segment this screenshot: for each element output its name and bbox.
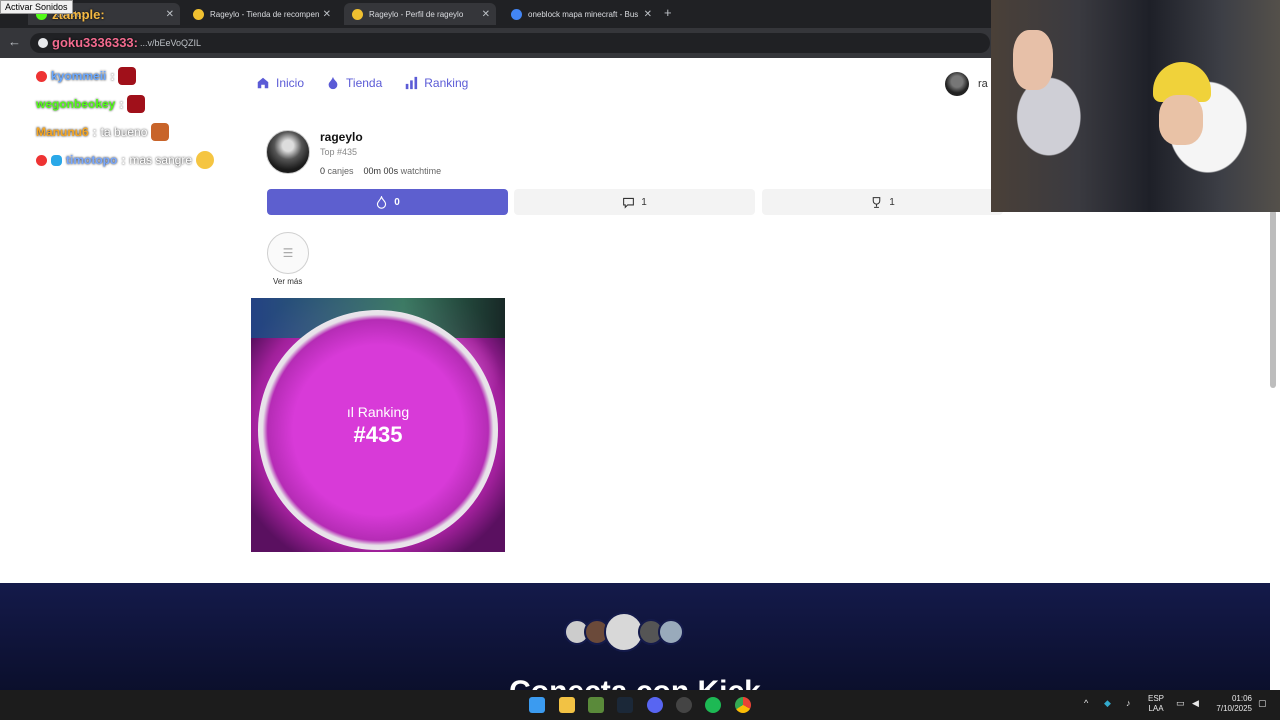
chat-line: timotopo: mas sangre <box>36 146 215 174</box>
card-rank-label: ıl Ranking <box>346 404 410 420</box>
chat-line: kyommeii: <box>36 62 214 90</box>
chat-line: wegonbeokey: <box>36 90 214 118</box>
close-tab-icon[interactable]: ✕ <box>482 9 490 20</box>
notifications-icon[interactable]: ▢ <box>1258 698 1267 709</box>
list-icon: ☰ <box>282 246 294 260</box>
rageylo-favicon-icon <box>193 8 204 20</box>
microphone-icon[interactable]: ♪ <box>1126 698 1131 708</box>
system-clock[interactable]: 01:06 7/10/2025 <box>1212 694 1252 714</box>
back-arrow-icon[interactable]: ← <box>8 34 21 49</box>
browser-tab-2[interactable]: Rageylo - Tienda de recompen ✕ <box>185 3 337 25</box>
google-favicon-icon <box>511 8 522 20</box>
ver-mas-label: Ver más <box>273 277 303 286</box>
profile-stats: 0 canjes 00m 00s watchtime <box>320 166 441 176</box>
spotify-icon[interactable] <box>705 697 721 713</box>
avatar <box>658 619 684 645</box>
tab-trophies[interactable]: 1 <box>762 189 1003 215</box>
emote-icon <box>196 151 215 169</box>
nav-inicio[interactable]: Inicio <box>256 76 304 90</box>
windows-taskbar: ^ ◆ ♪ ESP LAA ▭ ◀ 01:06 7/10/2025 ▢ <box>0 690 1280 720</box>
webcam-person-left <box>1013 30 1053 90</box>
discord-icon[interactable] <box>647 697 663 713</box>
badge-icon <box>51 154 62 166</box>
webcam-person-face <box>1159 95 1203 145</box>
close-tab-icon[interactable]: ✕ <box>644 9 652 20</box>
sound-tooltip: Activar Sonidos <box>0 0 73 14</box>
home-icon <box>257 77 269 89</box>
rageylo-favicon-icon <box>352 8 363 20</box>
badge-icon <box>36 154 47 166</box>
trophy-icon <box>872 196 881 208</box>
obs-icon[interactable] <box>676 697 692 713</box>
flame-icon <box>328 76 338 90</box>
user-avatar[interactable] <box>945 72 969 96</box>
emote-icon <box>151 123 170 141</box>
tray-chevron-icon[interactable]: ^ <box>1084 698 1088 708</box>
browser-tab-3[interactable]: Rageylo - Perfil de rageylo ✕ <box>344 3 496 25</box>
profile-name: rageylo <box>320 130 363 144</box>
canjes-stat: 0 canjes <box>320 166 354 176</box>
site-info-icon[interactable] <box>38 38 48 48</box>
browser-tab-4[interactable]: oneblock mapa minecraft - Bus ✕ <box>503 3 658 25</box>
url-text: ...v/bEeVoQZIL <box>140 38 202 48</box>
emote-icon <box>118 67 137 85</box>
steam-icon[interactable] <box>617 697 633 713</box>
profile-avatar <box>266 130 310 174</box>
language-indicator[interactable]: ESP LAA <box>1148 694 1164 714</box>
flame-icon <box>377 195 387 209</box>
watchtime-stat: 00m 00s watchtime <box>363 166 442 176</box>
chat-overlay-user: goku3336333: <box>52 35 138 50</box>
tab-canjes[interactable]: 0 <box>267 189 508 215</box>
card-rank-value: #435 <box>353 422 403 447</box>
footer-avatars <box>564 612 684 652</box>
page-scrollbar[interactable] <box>1270 210 1276 388</box>
file-explorer-icon[interactable] <box>559 697 575 713</box>
webcam-overlay <box>991 0 1280 212</box>
main-nav: Inicio Tienda Ranking <box>256 76 468 90</box>
network-icon[interactable]: ▭ <box>1176 698 1185 709</box>
footer-kick: Conecta con Kick <box>0 583 1270 691</box>
chrome-icon[interactable] <box>735 697 751 713</box>
tab-messages[interactable]: 1 <box>514 189 755 215</box>
close-tab-icon[interactable]: ✕ <box>323 9 331 20</box>
volume-icon[interactable]: ◀ <box>1192 698 1199 709</box>
nav-tienda[interactable]: Tienda <box>326 76 382 90</box>
ver-mas-button[interactable]: ☰ <box>267 232 309 274</box>
tray-app-icon[interactable]: ◆ <box>1104 698 1111 709</box>
url-field[interactable]: ...v/bEeVoQZIL <box>30 33 990 53</box>
stream-chat-overlay: kyommeii: wegonbeokey: Manunu6: ta bueno… <box>36 62 215 174</box>
footer-title: Conecta con Kick <box>0 675 1270 691</box>
user-name-short[interactable]: ra <box>978 78 988 90</box>
message-icon <box>623 197 635 209</box>
emote-icon <box>127 95 146 113</box>
nav-ranking[interactable]: Ranking <box>404 76 468 90</box>
close-tab-icon[interactable]: ✕ <box>166 9 174 20</box>
badge-icon <box>36 70 47 82</box>
new-tab-icon[interactable]: + <box>664 5 672 20</box>
bar-chart-icon <box>406 76 418 90</box>
chat-line: Manunu6: ta bueno <box>36 118 214 146</box>
profile-top-rank: Top #435 <box>320 147 358 157</box>
minecraft-icon[interactable] <box>588 697 604 713</box>
windows-start-icon[interactable] <box>529 697 545 713</box>
